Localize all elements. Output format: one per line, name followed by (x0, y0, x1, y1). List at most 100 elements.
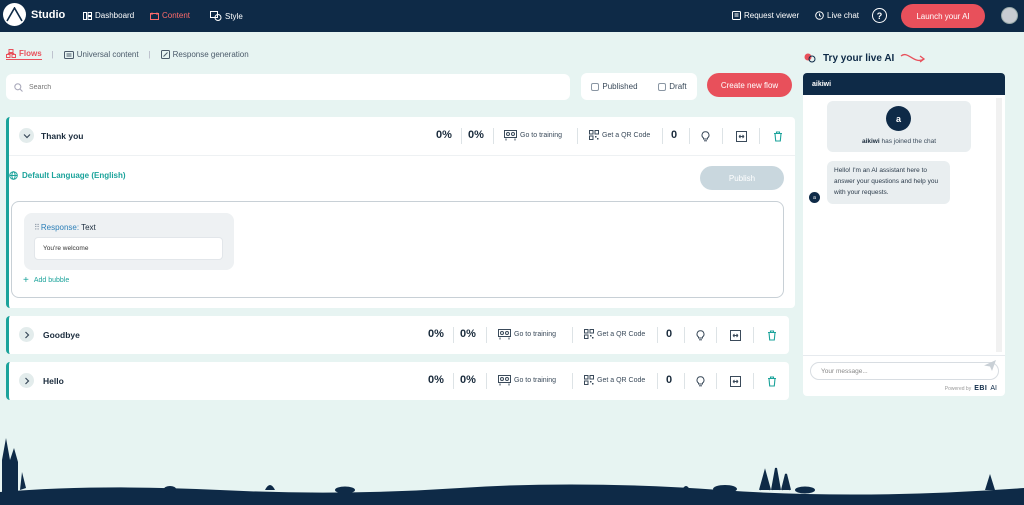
chat-preview-panel: aikiwi a aikiwi has joined the chat Hell… (803, 73, 1005, 396)
divider (753, 327, 754, 343)
user-avatar[interactable] (1001, 7, 1018, 24)
bot-avatar: a (886, 106, 911, 131)
go-to-training-label: Go to training (514, 331, 557, 338)
lightbulb-icon[interactable] (699, 130, 711, 142)
flow-name: Hello (43, 376, 64, 386)
lightbulb-icon[interactable] (694, 375, 706, 387)
send-icon[interactable] (983, 359, 997, 374)
chat-scrollbar[interactable] (996, 98, 1002, 352)
divider (689, 128, 690, 144)
tab-universal-content[interactable]: Universal content (63, 50, 139, 59)
go-to-training-label: Go to training (520, 132, 563, 139)
flow-name: Thank you (41, 131, 84, 141)
divider (716, 373, 717, 389)
tab-divider: | (51, 50, 54, 59)
get-qr-code-button[interactable]: Get a QR Code (584, 329, 645, 339)
training-icon (498, 375, 511, 386)
live-chat-label: Live chat (827, 11, 860, 20)
brand-name: EBI (974, 385, 988, 392)
search-icon (14, 82, 23, 92)
lightbulb-icon[interactable] (694, 329, 706, 341)
published-checkbox[interactable] (591, 82, 600, 91)
published-filter[interactable]: Published (591, 82, 638, 91)
live-chat-link[interactable]: Live chat (815, 11, 859, 20)
powered-by: Powered by EBI AI (945, 385, 997, 392)
plus-icon: + (23, 275, 29, 286)
flow-row-header[interactable]: Thank you 0% 0% Go to training Get a QR … (9, 117, 795, 155)
joined-text: aikiwi has joined the chat (827, 138, 971, 145)
go-to-training-button[interactable]: Go to training (504, 130, 562, 141)
expand-icon[interactable] (729, 375, 741, 387)
expand-icon[interactable] (735, 130, 747, 142)
divider (753, 373, 754, 389)
chevron-right-icon[interactable] (19, 373, 34, 388)
go-to-training-button[interactable]: Go to training (498, 375, 556, 386)
studio-logo[interactable] (3, 3, 26, 26)
flow-percentage: 0% (468, 129, 484, 141)
nav-dashboard[interactable]: Dashboard (83, 11, 134, 20)
tab-response-generation[interactable]: Response generation (160, 50, 249, 59)
dashboard-icon (83, 11, 92, 20)
response-bubble[interactable]: ⠿ Response: Text You're welcome (24, 213, 234, 270)
nav-style-label: Style (225, 11, 243, 21)
qr-code-icon (584, 375, 594, 385)
content-tabs: Flows | Universal content | Response gen… (6, 49, 249, 60)
draft-checkbox[interactable] (658, 82, 667, 91)
divider (453, 373, 454, 389)
style-icon (210, 11, 222, 21)
bot-message-avatar: a (809, 192, 820, 203)
flow-card-hello: Hello 0% 0% Go to training Get a QR Code… (6, 362, 789, 400)
try-live-ai-label: Try your live AI (823, 52, 895, 64)
publish-button[interactable]: Publish (700, 166, 784, 190)
get-qr-code-button[interactable]: Get a QR Code (584, 375, 645, 385)
app-name: Studio (31, 9, 66, 21)
launch-ai-button[interactable]: Launch your AI (901, 4, 985, 28)
request-viewer-link[interactable]: Request viewer (732, 11, 799, 20)
divider (577, 128, 578, 144)
training-icon (498, 329, 511, 340)
flow-count: 0 (666, 328, 673, 340)
expand-icon[interactable] (729, 329, 741, 341)
divider (572, 373, 573, 389)
chevron-down-icon[interactable] (19, 128, 34, 143)
flow-row-header[interactable]: Hello 0% 0% Go to training Get a QR Code… (9, 362, 789, 400)
robot-icon (803, 52, 817, 64)
get-qr-code-label: Get a QR Code (597, 376, 646, 384)
live-chat-icon (815, 11, 824, 20)
flow-row-header[interactable]: Goodbye 0% 0% Go to training Get a QR Co… (9, 316, 789, 354)
flow-percentage: 0% (460, 328, 476, 340)
chat-header-title: aikiwi (803, 73, 1005, 95)
joined-message: has joined the chat (881, 138, 937, 145)
help-button[interactable]: ? (872, 8, 887, 23)
add-bubble-button[interactable]: + Add bubble (23, 275, 69, 286)
divider (461, 128, 462, 144)
search-input[interactable] (29, 83, 509, 91)
response-generation-icon (160, 50, 170, 59)
divider (657, 327, 658, 343)
tab-flows[interactable]: Flows (6, 49, 42, 60)
get-qr-code-label: Get a QR Code (597, 330, 646, 338)
divider (684, 327, 685, 343)
go-to-training-button[interactable]: Go to training (498, 329, 556, 340)
add-bubble-label: Add bubble (33, 277, 70, 284)
flow-percentage: 0% (436, 129, 452, 141)
draft-filter[interactable]: Draft (658, 82, 687, 91)
response-title: ⠿ Response: Text (34, 223, 96, 232)
chat-message-input[interactable]: Your message... (810, 362, 999, 380)
create-new-flow-button[interactable]: Create new flow (707, 73, 792, 97)
trash-icon[interactable] (772, 130, 784, 142)
get-qr-code-button[interactable]: Get a QR Code (589, 130, 650, 140)
chevron-right-icon[interactable] (19, 327, 34, 342)
nav-style[interactable]: Style (210, 11, 243, 21)
divider (486, 373, 487, 389)
trash-icon[interactable] (766, 329, 778, 341)
trash-icon[interactable] (766, 375, 778, 387)
nav-content[interactable]: Content (150, 11, 190, 20)
chat-joined-notice: a aikiwi has joined the chat (827, 101, 971, 152)
response-text-field[interactable]: You're welcome (34, 237, 223, 260)
flow-count: 0 (671, 129, 678, 141)
flow-percentage: 0% (428, 328, 444, 340)
default-language-selector[interactable]: Default Language (English) (9, 171, 126, 180)
drag-handle-icon[interactable]: ⠿ (34, 223, 40, 232)
bot-message: Hello! I'm an AI assistant here to answe… (827, 161, 950, 204)
